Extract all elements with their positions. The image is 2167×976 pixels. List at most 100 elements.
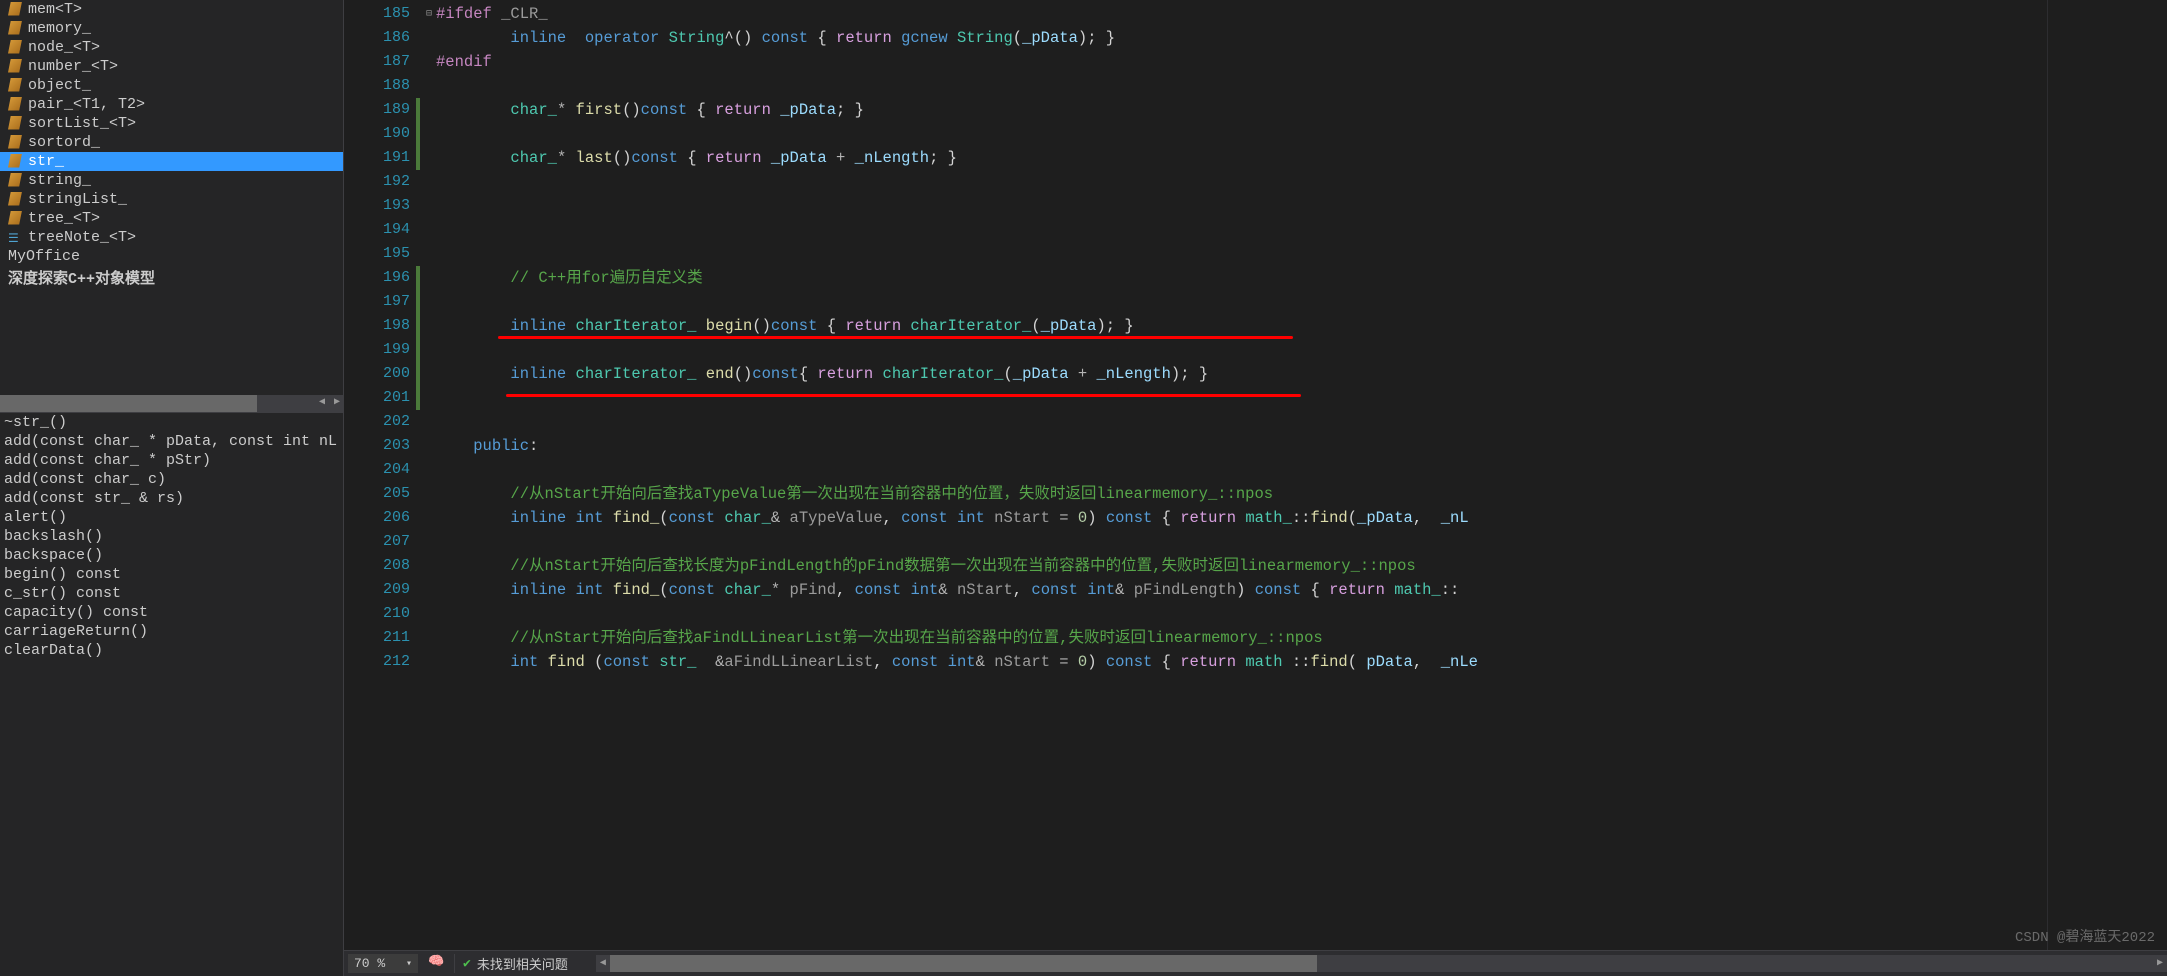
line-number: 194	[344, 218, 410, 242]
member-item[interactable]: add(const char_ * pData, const int nL	[0, 432, 343, 451]
class-icon	[8, 21, 24, 37]
line-number: 192	[344, 170, 410, 194]
class-icon	[8, 211, 24, 227]
line-number: 186	[344, 26, 410, 50]
line-number: 207	[344, 530, 410, 554]
member-item[interactable]: alert()	[0, 508, 343, 527]
line-number: 202	[344, 410, 410, 434]
class-item-label: str_	[28, 153, 64, 170]
class-item-label: mem<T>	[28, 1, 82, 18]
member-item[interactable]: backspace()	[0, 546, 343, 565]
member-item[interactable]: capacity() const	[0, 603, 343, 622]
class-item-pairT1T2[interactable]: pair_<T1, T2>	[0, 95, 343, 114]
line-number: 196	[344, 266, 410, 290]
editor: 1851861871881891901911921931941951961971…	[344, 0, 2167, 976]
zoom-dropdown[interactable]: 70 % ▾	[348, 954, 418, 973]
line-number: 190	[344, 122, 410, 146]
class-icon	[8, 78, 24, 94]
class-icon	[8, 2, 24, 18]
annotation-underline-1	[498, 336, 1293, 339]
class-item-label: stringList_	[28, 191, 127, 208]
line-number: 211	[344, 626, 410, 650]
member-item[interactable]: add(const char_ c)	[0, 470, 343, 489]
minimap[interactable]	[2047, 0, 2167, 950]
member-item[interactable]: carriageReturn()	[0, 622, 343, 641]
line-number-gutter: 1851861871881891901911921931941951961971…	[344, 0, 416, 950]
line-number: 203	[344, 434, 410, 458]
class-item-C[interactable]: 深度探索C++对象模型	[0, 266, 343, 289]
class-item-label: pair_<T1, T2>	[28, 96, 145, 113]
class-icon	[8, 97, 24, 113]
class-icon	[8, 116, 24, 132]
code-content[interactable]: #ifdef _CLR_ inline operator String^() c…	[436, 0, 2047, 950]
class-item-label: tree_<T>	[28, 210, 100, 227]
line-number: 185	[344, 2, 410, 26]
class-icon	[8, 59, 24, 75]
class-item-treeT[interactable]: tree_<T>	[0, 209, 343, 228]
member-item[interactable]: clearData()	[0, 641, 343, 660]
check-circle-icon: ✔	[463, 956, 471, 971]
line-number: 188	[344, 74, 410, 98]
class-item-MyOffice[interactable]: MyOffice	[0, 247, 343, 266]
class-item-label: string_	[28, 172, 91, 189]
member-item[interactable]: ~str_()	[0, 413, 343, 432]
class-item-object[interactable]: object_	[0, 76, 343, 95]
class-item-memT[interactable]: mem<T>	[0, 0, 343, 19]
line-number: 187	[344, 50, 410, 74]
class-item-string[interactable]: string_	[0, 171, 343, 190]
line-number: 201	[344, 386, 410, 410]
line-number: 210	[344, 602, 410, 626]
chevron-down-icon: ▾	[406, 958, 412, 970]
class-item-label: 深度探索C++对象模型	[8, 267, 155, 288]
member-item[interactable]: begin() const	[0, 565, 343, 584]
class-item-label: treeNote_<T>	[28, 229, 136, 246]
note-icon	[8, 230, 24, 246]
class-icon	[8, 135, 24, 151]
issues-indicator[interactable]: ✔ 未找到相关问题	[454, 954, 576, 973]
member-item[interactable]: add(const str_ & rs)	[0, 489, 343, 508]
zoom-value: 70 %	[354, 956, 385, 971]
line-number: 209	[344, 578, 410, 602]
members-view[interactable]: ~str_()add(const char_ * pData, const in…	[0, 412, 343, 976]
class-item-label: node_<T>	[28, 39, 100, 56]
code-area[interactable]: 1851861871881891901911921931941951961971…	[344, 0, 2167, 950]
class-icon	[8, 192, 24, 208]
line-number: 193	[344, 194, 410, 218]
class-icon	[8, 154, 24, 170]
class-item-treeNoteT[interactable]: treeNote_<T>	[0, 228, 343, 247]
class-item-numberT[interactable]: number_<T>	[0, 57, 343, 76]
class-item-stringList[interactable]: stringList_	[0, 190, 343, 209]
issues-text: 未找到相关问题	[477, 954, 568, 973]
editor-hscrollbar[interactable]: ◀ ▶	[596, 955, 2167, 972]
scroll-left-icon: ◀	[600, 957, 606, 969]
fold-gutter[interactable]: ⊟	[422, 0, 436, 950]
line-number: 204	[344, 458, 410, 482]
line-number: 195	[344, 242, 410, 266]
member-item[interactable]: add(const char_ * pStr)	[0, 451, 343, 470]
class-item-sortord[interactable]: sortord_	[0, 133, 343, 152]
annotation-underline-2	[506, 394, 1301, 397]
class-icon	[8, 173, 24, 189]
member-item[interactable]: c_str() const	[0, 584, 343, 603]
class-item-nodeT[interactable]: node_<T>	[0, 38, 343, 57]
class-item-label: MyOffice	[8, 248, 80, 265]
class-view[interactable]: mem<T> memory_ node_<T> number_<T> object_pa…	[0, 0, 343, 395]
class-view-hscroll[interactable]: ◀ ▶	[0, 395, 343, 412]
class-item-label: memory_	[28, 20, 91, 37]
line-number: 212	[344, 650, 410, 674]
class-item-memory[interactable]: memory_	[0, 19, 343, 38]
intellicode-icon[interactable]: 🧠	[428, 954, 448, 974]
class-item-label: sortord_	[28, 134, 100, 151]
line-number: 197	[344, 290, 410, 314]
member-item[interactable]: backslash()	[0, 527, 343, 546]
class-item-label: number_<T>	[28, 58, 118, 75]
line-number: 199	[344, 338, 410, 362]
line-number: 208	[344, 554, 410, 578]
class-item-label: object_	[28, 77, 91, 94]
status-bar: 70 % ▾ 🧠 ✔ 未找到相关问题 ◀ ▶	[344, 950, 2167, 976]
line-number: 206	[344, 506, 410, 530]
line-number: 191	[344, 146, 410, 170]
line-number: 198	[344, 314, 410, 338]
class-item-str[interactable]: str_	[0, 152, 343, 171]
class-item-sortListT[interactable]: sortList_<T>	[0, 114, 343, 133]
